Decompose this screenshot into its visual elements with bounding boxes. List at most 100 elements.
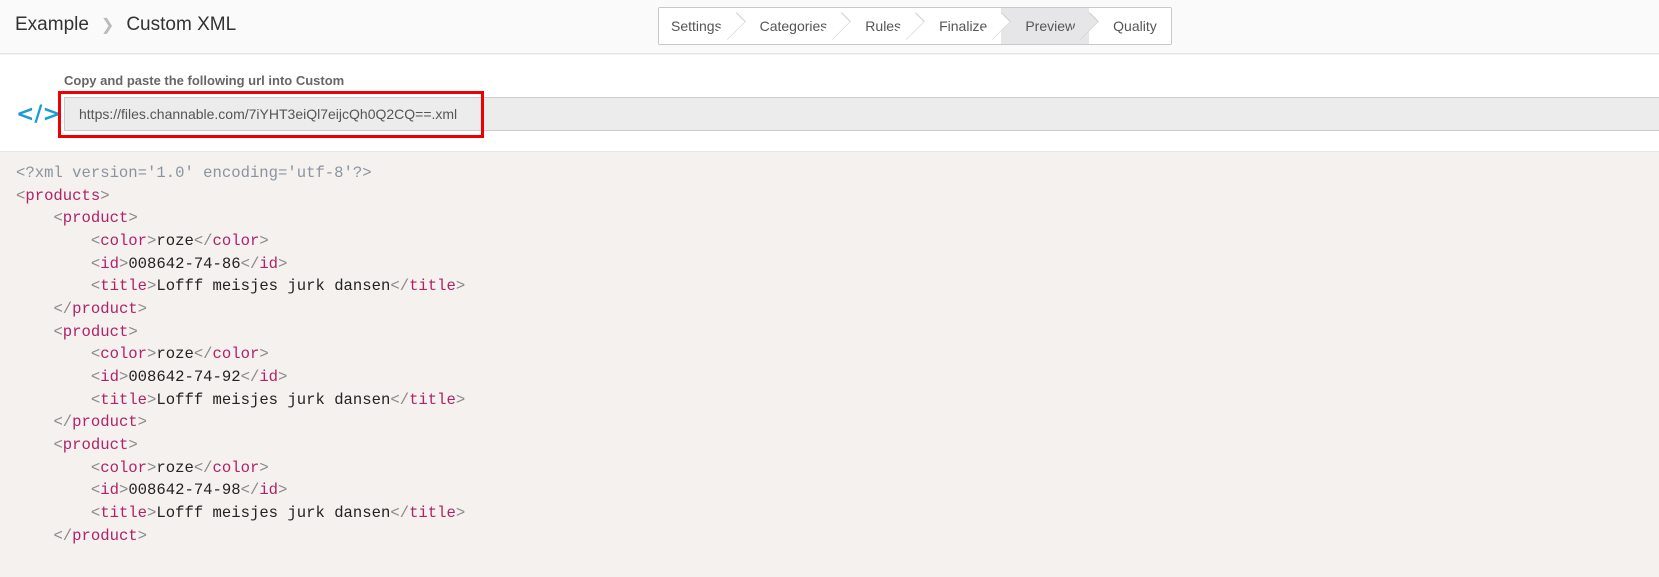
xml-line: <id>008642-74-92</id> bbox=[16, 366, 465, 389]
bracket: < bbox=[90, 367, 101, 386]
breadcrumb: Example ❯ Custom XML bbox=[15, 14, 236, 36]
bracket: </ bbox=[193, 231, 213, 250]
tag-name: product bbox=[62, 322, 129, 341]
field-value: Lofff meisjes jurk dansen bbox=[156, 390, 391, 409]
tag-name: color bbox=[212, 345, 260, 364]
bracket: </ bbox=[240, 481, 260, 500]
bracket: > bbox=[147, 458, 157, 477]
step-categories[interactable]: Categories bbox=[735, 8, 842, 44]
bracket: < bbox=[90, 277, 101, 296]
field-value: Lofff meisjes jurk dansen bbox=[156, 277, 391, 296]
bracket: < bbox=[90, 481, 101, 500]
step-finalize[interactable]: Finalize bbox=[915, 8, 1002, 44]
tag-name: color bbox=[100, 231, 148, 250]
bracket: </ bbox=[193, 345, 213, 364]
bracket: < bbox=[53, 435, 63, 454]
tag-name: title bbox=[409, 390, 456, 409]
bracket: > bbox=[455, 390, 466, 409]
field-value: 008642-74-86 bbox=[128, 254, 241, 273]
xml-line: </product> bbox=[16, 298, 465, 321]
xml-preview: <?xml version='1.0' encoding='utf-8'?> <p… bbox=[16, 162, 465, 547]
bracket: > bbox=[259, 231, 269, 250]
url-label: Copy and paste the following url into Cu… bbox=[64, 73, 345, 88]
tag-name: product bbox=[62, 209, 129, 228]
feed-url-field[interactable]: https://files.channable.com/7iYHT3eiQl7e… bbox=[64, 97, 1659, 131]
bracket: > bbox=[118, 367, 129, 386]
bracket: </ bbox=[53, 413, 73, 432]
field-value: Lofff meisjes jurk dansen bbox=[156, 503, 391, 522]
tag-name: product bbox=[72, 413, 138, 432]
bracket: </ bbox=[193, 458, 213, 477]
tag-name: id bbox=[100, 367, 119, 386]
bracket: < bbox=[90, 458, 101, 477]
tag-name: title bbox=[100, 503, 148, 522]
step-preview[interactable]: Preview bbox=[1001, 8, 1090, 44]
xml-line: <title>Lofff meisjes jurk dansen</title> bbox=[16, 502, 465, 525]
bracket: </ bbox=[53, 299, 73, 318]
bracket: < bbox=[90, 390, 101, 409]
xml-line: <color>roze</color> bbox=[16, 343, 465, 366]
code-icon: </> bbox=[16, 102, 61, 127]
tag-name: id bbox=[100, 481, 119, 500]
bracket: < bbox=[16, 186, 26, 205]
step-quality[interactable]: Quality bbox=[1089, 8, 1171, 44]
bracket: > bbox=[147, 503, 157, 522]
bracket: > bbox=[278, 481, 288, 500]
tag-name: title bbox=[409, 503, 456, 522]
bracket: > bbox=[147, 345, 157, 364]
tag-name: title bbox=[100, 277, 148, 296]
bracket: > bbox=[455, 277, 466, 296]
breadcrumb-current: Custom XML bbox=[126, 14, 237, 35]
xml-line: </product> bbox=[16, 525, 465, 548]
bracket: > bbox=[128, 322, 138, 341]
tag-name: product bbox=[72, 526, 138, 545]
xml-declaration: <?xml version='1.0' encoding='utf-8'?> bbox=[16, 164, 372, 182]
bracket: > bbox=[259, 458, 269, 477]
breadcrumb-parent[interactable]: Example bbox=[15, 14, 89, 36]
bracket: </ bbox=[240, 367, 260, 386]
tag-name: id bbox=[259, 481, 279, 500]
bracket: </ bbox=[240, 254, 260, 273]
tag-name: id bbox=[100, 254, 119, 273]
bracket: </ bbox=[390, 277, 410, 296]
bracket: > bbox=[147, 277, 157, 296]
top-bar: Example ❯ Custom XML Settings Categories R… bbox=[0, 0, 1659, 54]
tag-name: title bbox=[409, 277, 456, 296]
bracket: > bbox=[259, 345, 269, 364]
step-settings[interactable]: Settings bbox=[659, 8, 736, 44]
url-panel: Copy and paste the following url into Cu… bbox=[0, 55, 1659, 152]
tag-name: id bbox=[259, 367, 279, 386]
field-value: roze bbox=[156, 458, 194, 477]
xml-line: <product> bbox=[16, 321, 465, 344]
tag-name: id bbox=[259, 254, 279, 273]
xml-line: <product> bbox=[16, 207, 465, 230]
step-rules[interactable]: Rules bbox=[841, 8, 916, 44]
wizard-steps: Settings Categories Rules Finalize Preview Qu… bbox=[658, 7, 1172, 45]
xml-line: <title>Lofff meisjes jurk dansen</title> bbox=[16, 389, 465, 412]
xml-line: <title>Lofff meisjes jurk dansen</title> bbox=[16, 275, 465, 298]
bracket: > bbox=[147, 390, 157, 409]
bracket: > bbox=[128, 209, 138, 228]
tag-name: products bbox=[25, 186, 101, 205]
bracket: < bbox=[53, 322, 63, 341]
field-value: 008642-74-98 bbox=[128, 481, 241, 500]
xml-line: <id>008642-74-86</id> bbox=[16, 253, 465, 276]
bracket: > bbox=[100, 186, 110, 205]
bracket: < bbox=[90, 503, 101, 522]
field-value: roze bbox=[156, 231, 194, 250]
xml-line: </product> bbox=[16, 411, 465, 434]
xml-line: <id>008642-74-98</id> bbox=[16, 479, 465, 502]
tag-name: product bbox=[72, 299, 138, 318]
bracket: > bbox=[128, 435, 138, 454]
tag-name: title bbox=[100, 390, 148, 409]
xml-line: <product> bbox=[16, 434, 465, 457]
xml-line: <color>roze</color> bbox=[16, 230, 465, 253]
tag-name: color bbox=[212, 458, 260, 477]
field-value: roze bbox=[156, 345, 194, 364]
bracket: > bbox=[278, 367, 288, 386]
xml-line: <color>roze</color> bbox=[16, 457, 465, 480]
tag-name: color bbox=[100, 345, 148, 364]
tag-name: product bbox=[62, 435, 129, 454]
bracket: < bbox=[90, 231, 101, 250]
bracket: > bbox=[137, 299, 148, 318]
